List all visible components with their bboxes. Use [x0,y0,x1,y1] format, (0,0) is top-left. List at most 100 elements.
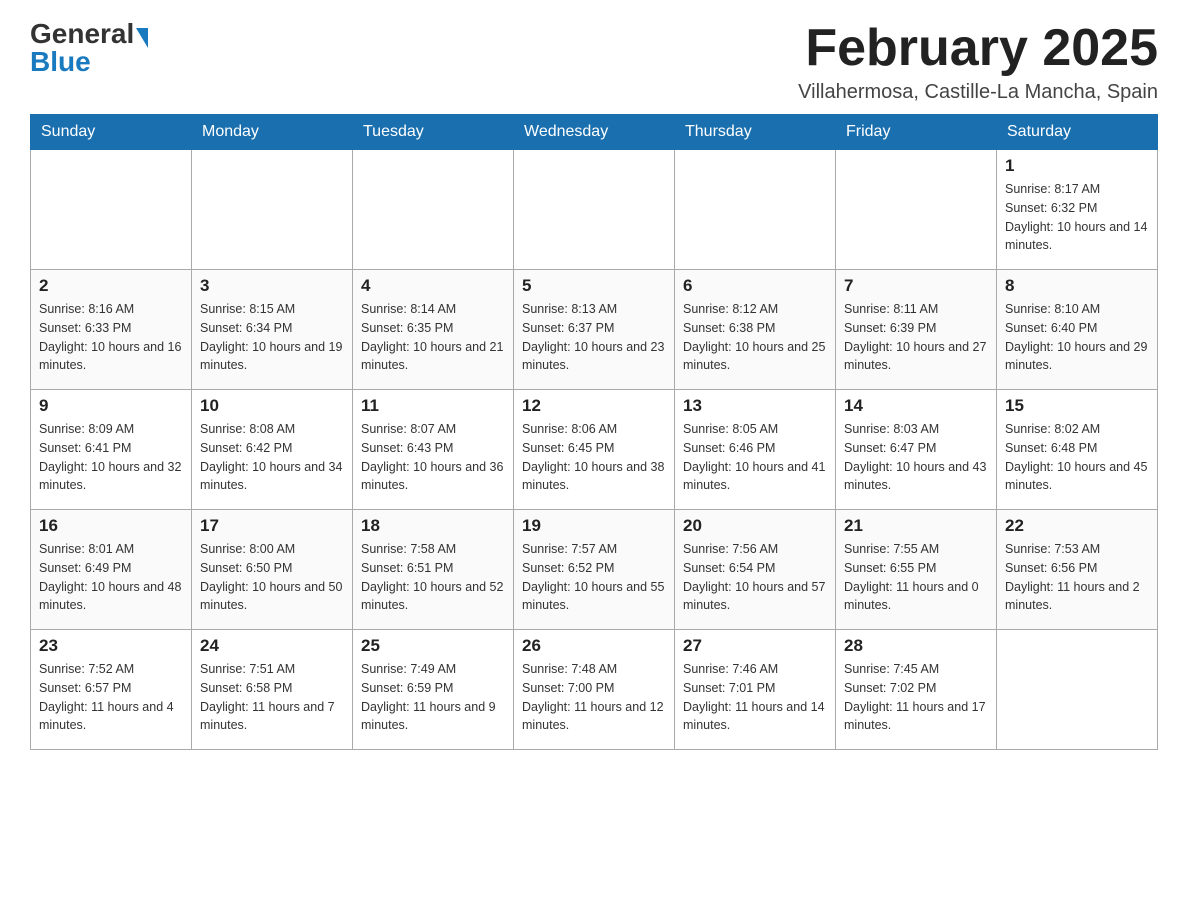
calendar-cell: 17 Sunrise: 8:00 AMSunset: 6:50 PMDayligh… [192,510,353,630]
calendar-cell [836,150,997,270]
day-number: 8 [1005,276,1149,296]
day-number: 2 [39,276,183,296]
calendar-cell [514,150,675,270]
day-number: 7 [844,276,988,296]
day-number: 9 [39,396,183,416]
logo-blue-text: Blue [30,48,150,76]
calendar-week-row: 1 Sunrise: 8:17 AMSunset: 6:32 PMDaylight… [31,150,1158,270]
calendar-cell [353,150,514,270]
calendar-cell: 15 Sunrise: 8:02 AMSunset: 6:48 PMDayligh… [997,390,1158,510]
calendar-cell: 13 Sunrise: 8:05 AMSunset: 6:46 PMDayligh… [675,390,836,510]
calendar-cell: 20 Sunrise: 7:56 AMSunset: 6:54 PMDayligh… [675,510,836,630]
day-info: Sunrise: 8:05 AMSunset: 6:46 PMDaylight:… [683,420,827,495]
day-info: Sunrise: 8:03 AMSunset: 6:47 PMDaylight:… [844,420,988,495]
calendar-header-row: SundayMondayTuesdayWednesdayThursdayFrid… [31,115,1158,150]
calendar-cell [997,630,1158,750]
day-number: 5 [522,276,666,296]
day-info: Sunrise: 8:14 AMSunset: 6:35 PMDaylight:… [361,300,505,375]
calendar-cell: 1 Sunrise: 8:17 AMSunset: 6:32 PMDaylight… [997,150,1158,270]
weekday-header-wednesday: Wednesday [514,115,675,150]
day-number: 24 [200,636,344,656]
day-number: 25 [361,636,505,656]
title-area: February 2025 Villahermosa, Castille-La … [798,20,1158,104]
page-header: General Blue February 2025 Villahermosa,… [30,20,1158,104]
day-number: 20 [683,516,827,536]
day-number: 15 [1005,396,1149,416]
calendar-cell [675,150,836,270]
weekday-header-friday: Friday [836,115,997,150]
day-info: Sunrise: 8:12 AMSunset: 6:38 PMDaylight:… [683,300,827,375]
day-info: Sunrise: 8:07 AMSunset: 6:43 PMDaylight:… [361,420,505,495]
calendar-cell: 18Sunrise: 7:58 AMSunset: 6:51 PMDayligh… [353,510,514,630]
day-number: 13 [683,396,827,416]
calendar-week-row: 2 Sunrise: 8:16 AMSunset: 6:33 PMDaylight… [31,270,1158,390]
logo: General Blue [30,20,150,76]
day-info: Sunrise: 7:49 AMSunset: 6:59 PMDaylight:… [361,660,505,735]
day-info: Sunrise: 8:09 AMSunset: 6:41 PMDaylight:… [39,420,183,495]
calendar-cell: 27 Sunrise: 7:46 AMSunset: 7:01 PMDayligh… [675,630,836,750]
calendar-cell: 16Sunrise: 8:01 AMSunset: 6:49 PMDayligh… [31,510,192,630]
day-info: Sunrise: 7:52 AMSunset: 6:57 PMDaylight:… [39,660,183,735]
calendar-cell: 8 Sunrise: 8:10 AMSunset: 6:40 PMDaylight… [997,270,1158,390]
day-info: Sunrise: 7:48 AMSunset: 7:00 PMDaylight:… [522,660,666,735]
calendar-cell: 4 Sunrise: 8:14 AMSunset: 6:35 PMDaylight… [353,270,514,390]
calendar-cell: 21 Sunrise: 7:55 AMSunset: 6:55 PMDayligh… [836,510,997,630]
day-number: 12 [522,396,666,416]
month-title: February 2025 [798,20,1158,77]
day-number: 4 [361,276,505,296]
day-info: Sunrise: 8:17 AMSunset: 6:32 PMDaylight:… [1005,180,1149,255]
calendar-cell: 10 Sunrise: 8:08 AMSunset: 6:42 PMDayligh… [192,390,353,510]
calendar-cell: 19Sunrise: 7:57 AMSunset: 6:52 PMDayligh… [514,510,675,630]
day-info: Sunrise: 8:15 AMSunset: 6:34 PMDaylight:… [200,300,344,375]
day-info: Sunrise: 8:08 AMSunset: 6:42 PMDaylight:… [200,420,344,495]
calendar-table: SundayMondayTuesdayWednesdayThursdayFrid… [30,114,1158,750]
calendar-cell [31,150,192,270]
day-info: Sunrise: 8:02 AMSunset: 6:48 PMDaylight:… [1005,420,1149,495]
day-number: 26 [522,636,666,656]
day-number: 1 [1005,156,1149,176]
day-number: 14 [844,396,988,416]
day-number: 17 [200,516,344,536]
day-info: Sunrise: 8:01 AMSunset: 6:49 PMDaylight:… [39,540,183,615]
day-info: Sunrise: 7:45 AMSunset: 7:02 PMDaylight:… [844,660,988,735]
day-number: 21 [844,516,988,536]
calendar-cell: 2 Sunrise: 8:16 AMSunset: 6:33 PMDaylight… [31,270,192,390]
calendar-week-row: 9 Sunrise: 8:09 AMSunset: 6:41 PMDaylight… [31,390,1158,510]
day-info: Sunrise: 8:06 AMSunset: 6:45 PMDaylight:… [522,420,666,495]
location-subtitle: Villahermosa, Castille-La Mancha, Spain [798,81,1158,104]
day-info: Sunrise: 8:00 AMSunset: 6:50 PMDaylight:… [200,540,344,615]
calendar-cell [192,150,353,270]
day-number: 11 [361,396,505,416]
day-info: Sunrise: 7:51 AMSunset: 6:58 PMDaylight:… [200,660,344,735]
calendar-cell: 26 Sunrise: 7:48 AMSunset: 7:00 PMDayligh… [514,630,675,750]
calendar-cell: 7 Sunrise: 8:11 AMSunset: 6:39 PMDaylight… [836,270,997,390]
day-info: Sunrise: 7:56 AMSunset: 6:54 PMDaylight:… [683,540,827,615]
calendar-week-row: 23 Sunrise: 7:52 AMSunset: 6:57 PMDayligh… [31,630,1158,750]
calendar-cell: 9 Sunrise: 8:09 AMSunset: 6:41 PMDaylight… [31,390,192,510]
calendar-cell: 6Sunrise: 8:12 AMSunset: 6:38 PMDaylight… [675,270,836,390]
day-info: Sunrise: 8:16 AMSunset: 6:33 PMDaylight:… [39,300,183,375]
weekday-header-sunday: Sunday [31,115,192,150]
day-info: Sunrise: 8:10 AMSunset: 6:40 PMDaylight:… [1005,300,1149,375]
day-info: Sunrise: 7:58 AMSunset: 6:51 PMDaylight:… [361,540,505,615]
day-info: Sunrise: 8:11 AMSunset: 6:39 PMDaylight:… [844,300,988,375]
weekday-header-monday: Monday [192,115,353,150]
day-number: 27 [683,636,827,656]
weekday-header-tuesday: Tuesday [353,115,514,150]
day-number: 23 [39,636,183,656]
day-number: 10 [200,396,344,416]
weekday-header-thursday: Thursday [675,115,836,150]
day-info: Sunrise: 7:55 AMSunset: 6:55 PMDaylight:… [844,540,988,615]
calendar-cell: 12 Sunrise: 8:06 AMSunset: 6:45 PMDayligh… [514,390,675,510]
calendar-cell: 3 Sunrise: 8:15 AMSunset: 6:34 PMDaylight… [192,270,353,390]
day-info: Sunrise: 7:46 AMSunset: 7:01 PMDaylight:… [683,660,827,735]
day-number: 22 [1005,516,1149,536]
calendar-cell: 11 Sunrise: 8:07 AMSunset: 6:43 PMDayligh… [353,390,514,510]
day-info: Sunrise: 7:53 AMSunset: 6:56 PMDaylight:… [1005,540,1149,615]
calendar-cell: 14 Sunrise: 8:03 AMSunset: 6:47 PMDayligh… [836,390,997,510]
day-number: 3 [200,276,344,296]
calendar-week-row: 16Sunrise: 8:01 AMSunset: 6:49 PMDayligh… [31,510,1158,630]
weekday-header-saturday: Saturday [997,115,1158,150]
calendar-cell: 25 Sunrise: 7:49 AMSunset: 6:59 PMDayligh… [353,630,514,750]
day-number: 19 [522,516,666,536]
